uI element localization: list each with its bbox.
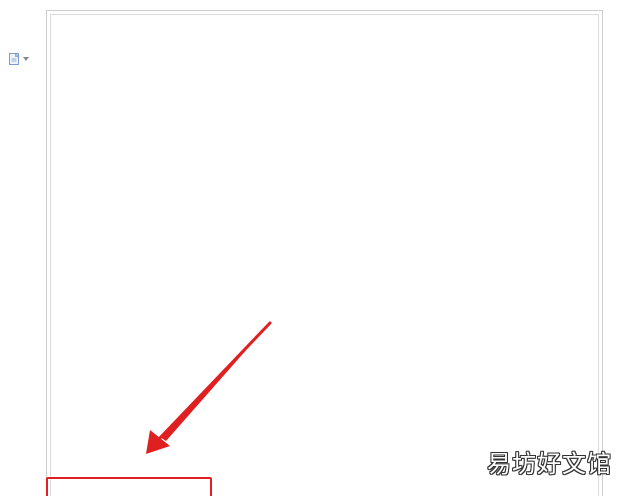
document-text-area[interactable] (50, 14, 599, 496)
annotation-highlight-box (46, 477, 212, 496)
paste-options-icon (8, 52, 20, 66)
screenshot-stage: 易坊好文馆 (0, 0, 640, 496)
chevron-down-icon (23, 57, 29, 61)
paste-options-button[interactable] (8, 52, 34, 66)
watermark-text: 易坊好文馆 (487, 450, 612, 478)
